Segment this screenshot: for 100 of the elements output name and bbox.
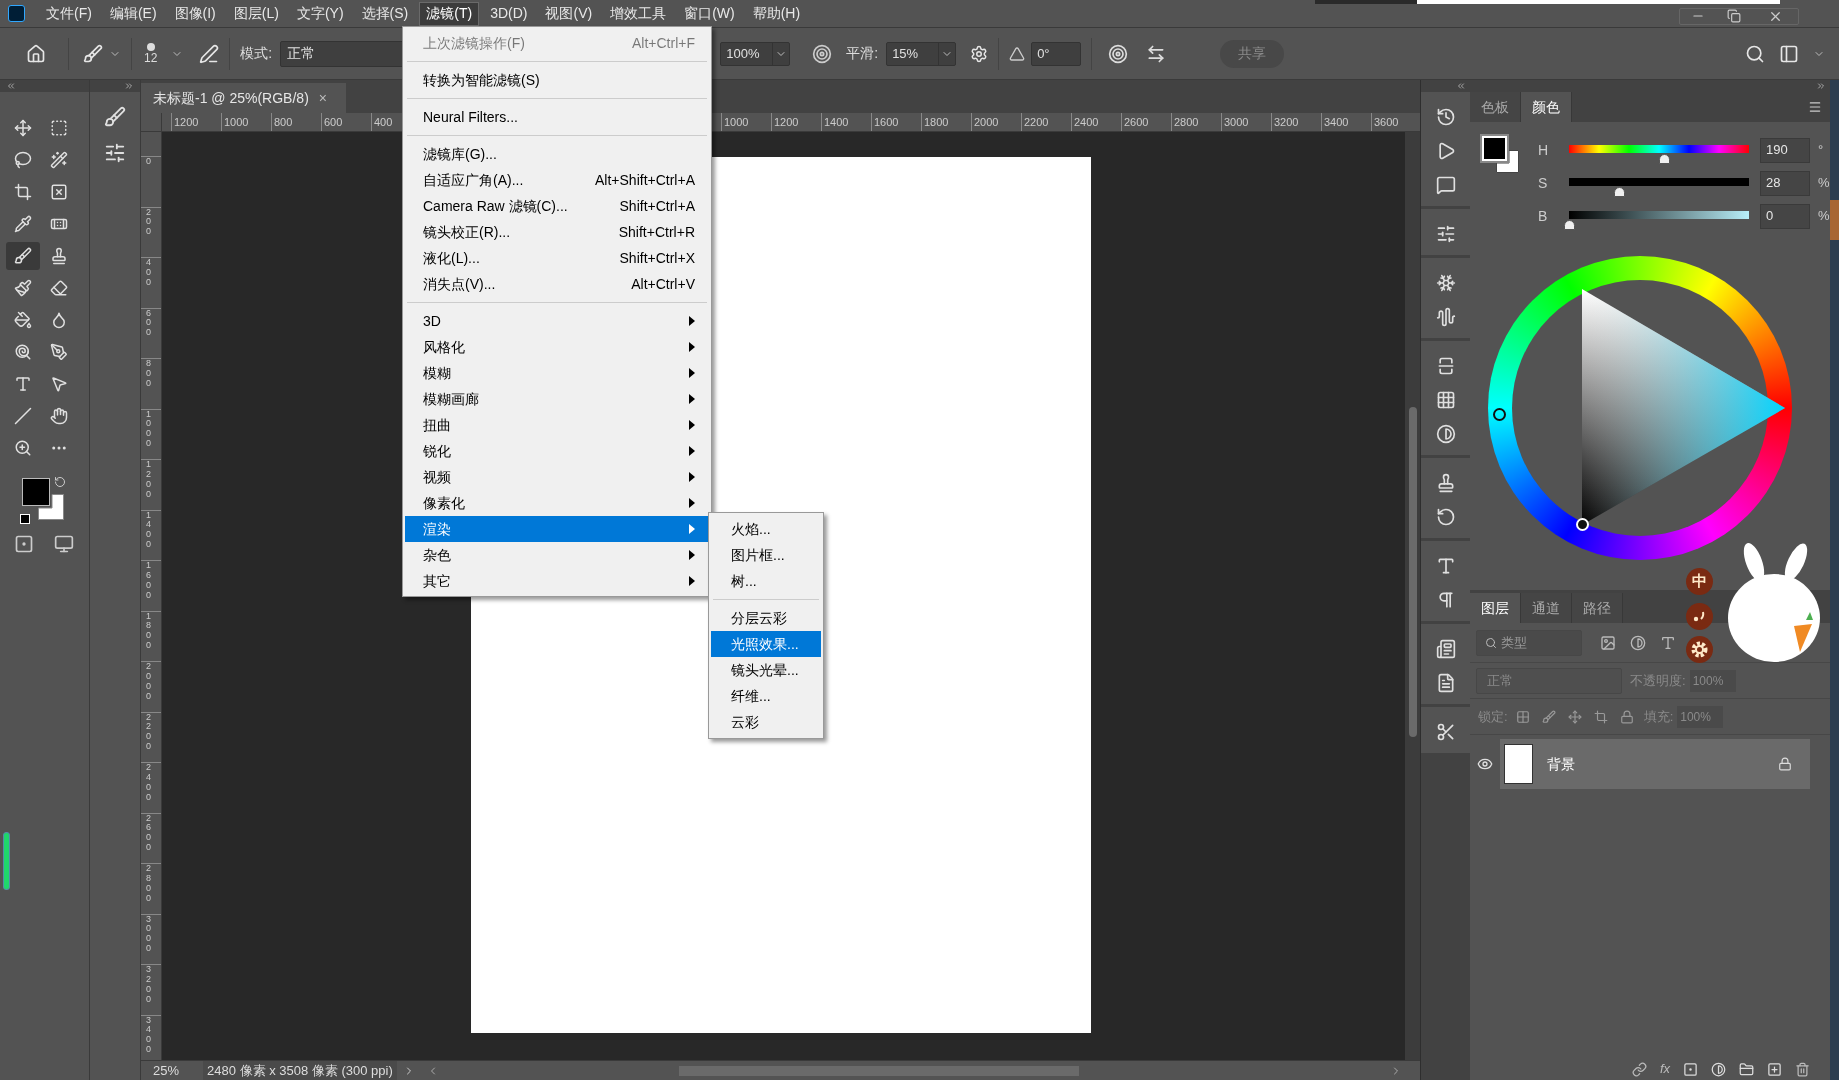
menu-option[interactable]: 渲染 — [405, 516, 709, 542]
paintbrush-icon[interactable] — [14, 279, 32, 297]
foreground-color-swatch[interactable] — [22, 478, 50, 506]
settings-icon[interactable] — [1686, 636, 1713, 663]
menu-option[interactable]: 锐化 — [405, 438, 709, 464]
move-icon[interactable] — [14, 119, 32, 137]
frame-icon[interactable] — [50, 183, 68, 201]
menu-item[interactable]: 3D(D) — [483, 1, 535, 26]
hue-marker[interactable] — [1493, 408, 1506, 421]
link-icon[interactable] — [1631, 1061, 1647, 1077]
menu-item[interactable]: 图层(L) — [226, 1, 286, 26]
menu-item[interactable]: 帮助(H) — [745, 1, 808, 26]
menu-item[interactable]: 视图(V) — [538, 1, 600, 26]
layout-icon[interactable] — [1435, 639, 1456, 659]
zoom-level[interactable]: 25% — [141, 1060, 191, 1080]
trash-icon[interactable] — [1795, 1061, 1810, 1077]
menu-option[interactable]: 树... — [711, 568, 821, 594]
menu-option[interactable]: 液化(L)... Shift+Ctrl+X — [405, 245, 709, 271]
channel-slider[interactable] — [1566, 145, 1752, 165]
menu-item[interactable]: 选择(S) — [354, 1, 416, 26]
brush-icon[interactable] — [14, 247, 32, 265]
expand-icon[interactable] — [124, 81, 134, 91]
background-color-swatch[interactable] — [38, 494, 64, 520]
brush-settings-icon[interactable] — [199, 43, 220, 64]
brush-presets-icon[interactable] — [104, 106, 126, 128]
dashed-square-icon[interactable] — [50, 119, 68, 137]
menu-option[interactable]: 图片框... — [711, 542, 821, 568]
smoothing-field[interactable]: 15% — [886, 41, 957, 66]
collapse-icon[interactable] — [1456, 81, 1466, 91]
settings-icon[interactable] — [970, 44, 989, 63]
screen-mode-icon[interactable] — [54, 534, 74, 554]
brush-tip-icon[interactable] — [146, 42, 155, 51]
droplet-icon[interactable] — [50, 311, 68, 329]
pen-icon[interactable] — [50, 343, 68, 361]
dodge-icon[interactable] — [14, 343, 32, 361]
menu-option[interactable]: 光照效果... — [711, 631, 821, 657]
rotate-icon[interactable] — [1435, 507, 1456, 527]
tools-icon[interactable] — [1435, 722, 1456, 742]
menu-item[interactable]: 增效工具 — [603, 1, 674, 26]
menu-option[interactable]: 自适应广角(A)... Alt+Shift+Ctrl+A — [405, 167, 709, 193]
menu-item[interactable]: 滤镜(T) — [419, 1, 480, 26]
opacity-field[interactable]: 100% — [720, 41, 791, 66]
menu-item[interactable]: 文件(F) — [39, 1, 99, 26]
search-icon[interactable] — [1745, 43, 1765, 64]
contrast-icon[interactable] — [1435, 424, 1456, 444]
image-filter-icon[interactable] — [1600, 634, 1616, 651]
type-icon[interactable] — [14, 375, 32, 393]
brush-icon[interactable] — [83, 43, 103, 64]
menu-option[interactable]: 云彩 — [711, 709, 821, 735]
menu-option[interactable]: 分层云彩 — [711, 605, 821, 631]
eraser-icon[interactable] — [50, 279, 68, 297]
line-icon[interactable] — [14, 407, 32, 425]
menu-option[interactable]: 镜头光晕... — [711, 657, 821, 683]
new-layer-icon[interactable] — [1767, 1061, 1782, 1077]
punctuation-icon[interactable] — [1686, 603, 1713, 630]
menu-option[interactable]: 镜头校正(R)... Shift+Ctrl+R — [405, 219, 709, 245]
channel-slider[interactable] — [1566, 178, 1752, 198]
quick-mask-icon[interactable] — [14, 534, 34, 554]
menu-option[interactable]: 其它 — [405, 568, 709, 594]
restore-icon[interactable] — [1727, 9, 1741, 23]
menu-option[interactable]: Camera Raw 滤镜(C)... Shift+Ctrl+A — [405, 193, 709, 219]
adjustment-filter-icon[interactable] — [1630, 634, 1646, 651]
type-filter-icon[interactable] — [1660, 634, 1676, 651]
menu-item[interactable]: 编辑(E) — [102, 1, 164, 26]
tab-close[interactable]: × — [318, 87, 327, 109]
menu-item[interactable]: 窗口(W) — [677, 1, 742, 26]
channel-slider[interactable] — [1566, 211, 1752, 231]
tool-button[interactable] — [6, 242, 40, 270]
menu-option[interactable]: 滤镜库(G)... — [405, 141, 709, 167]
zoom-icon[interactable] — [14, 439, 32, 457]
angle-icon[interactable] — [1009, 45, 1026, 62]
adjustment-icon[interactable] — [1711, 1061, 1726, 1077]
panel-tab[interactable]: 颜色 — [1521, 92, 1572, 122]
document-tab[interactable]: 未标题-1 @ 25%(RGB/8) × — [141, 83, 346, 113]
workspace-icon[interactable] — [1779, 43, 1799, 64]
menu-option[interactable]: 3D — [405, 308, 709, 334]
airbrush-icon[interactable] — [812, 43, 833, 64]
app-logo[interactable] — [8, 5, 25, 22]
background-color-swatch[interactable] — [1496, 150, 1519, 173]
mask-icon[interactable] — [1683, 1061, 1698, 1077]
menu-option[interactable]: 模糊 — [405, 360, 709, 386]
home-icon[interactable] — [26, 43, 46, 64]
default-colors-icon[interactable] — [20, 514, 30, 524]
channel-value-field[interactable]: 0 — [1760, 203, 1810, 229]
expand-icon[interactable] — [1816, 81, 1826, 91]
menu-option[interactable]: 模糊画廊 — [405, 386, 709, 412]
pressure-icon[interactable] — [1108, 43, 1129, 64]
menu-option[interactable]: 纤维... — [711, 683, 821, 709]
eyedropper-icon[interactable] — [14, 215, 32, 233]
panel-menu-icon[interactable] — [1808, 100, 1822, 114]
menu-option[interactable]: 像素化 — [405, 490, 709, 516]
brush-settings-icon[interactable] — [104, 142, 126, 164]
grid-icon[interactable] — [1435, 390, 1456, 410]
lock-position-icon[interactable] — [1567, 709, 1582, 724]
sliders-icon[interactable] — [1435, 224, 1456, 244]
swap-colors-icon[interactable] — [54, 476, 66, 488]
menu-option[interactable]: 扭曲 — [405, 412, 709, 438]
menu-option[interactable]: 杂色 — [405, 542, 709, 568]
channel-value-field[interactable]: 190 — [1760, 137, 1810, 163]
history-icon[interactable] — [1435, 107, 1456, 127]
